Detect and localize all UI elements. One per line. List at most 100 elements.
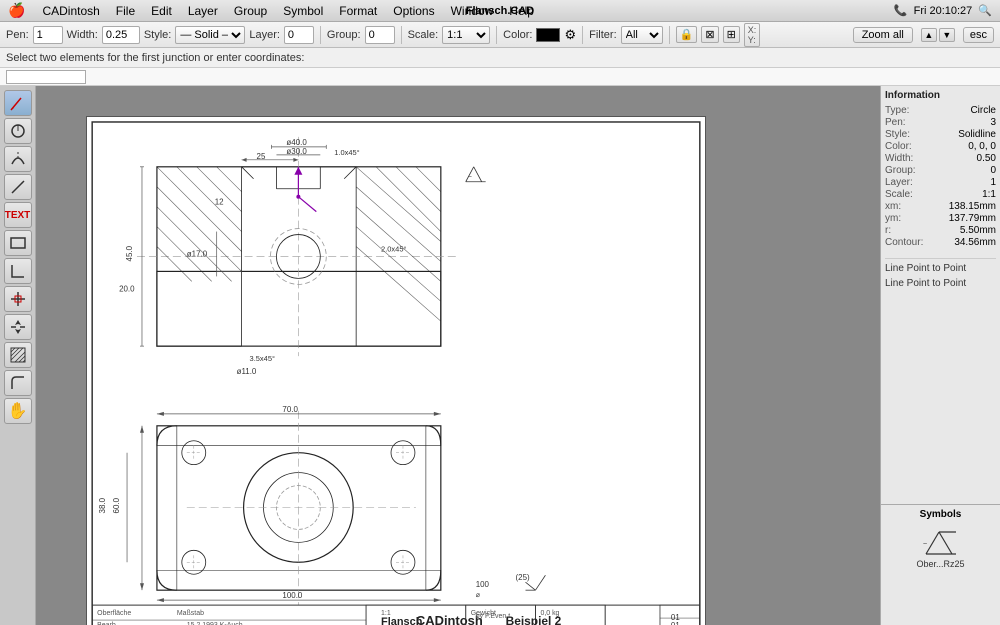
- diagonal-tool-button[interactable]: [4, 174, 32, 200]
- info-row-style: Style: Solidline: [885, 129, 996, 140]
- drawing-canvas[interactable]: ø40.0 ø30.0 1.0x45° 2.0x45° 25 45.0: [86, 116, 706, 625]
- symbol-label: Ober...Rz25: [916, 559, 964, 569]
- rectangle-tool-button[interactable]: [4, 230, 32, 256]
- width-input[interactable]: [102, 26, 140, 44]
- color-swatch[interactable]: [536, 28, 560, 42]
- fillet-tool-button[interactable]: [4, 370, 32, 396]
- svg-text:by F.Even t: by F.Even t: [476, 613, 511, 620]
- info-key-type: Type:: [885, 105, 909, 116]
- coordbar: [0, 68, 1000, 86]
- menubar: 🍎 CADintosh File Edit Layer Group Symbol…: [0, 0, 1000, 22]
- info-row-contour: Contour: 34.56mm: [885, 237, 996, 248]
- svg-text:01: 01: [671, 621, 680, 625]
- info-key-r: r:: [885, 225, 891, 236]
- svg-text:12: 12: [215, 198, 224, 207]
- search-icon[interactable]: 🔍: [978, 4, 992, 17]
- move-tool-button[interactable]: [4, 314, 32, 340]
- lock-icon[interactable]: 🔒: [676, 26, 698, 43]
- mirror-icon[interactable]: ⊞: [723, 26, 740, 43]
- menu-edit[interactable]: Edit: [144, 2, 179, 20]
- group-input[interactable]: [365, 26, 395, 44]
- svg-text:70.0: 70.0: [282, 405, 298, 414]
- svg-text:⌀: ⌀: [476, 592, 480, 599]
- left-toolbar: TEXT: [0, 86, 36, 625]
- menu-file[interactable]: File: [109, 2, 142, 20]
- toolbar-separator-5: [669, 26, 670, 44]
- hatch-tool-button[interactable]: [4, 342, 32, 368]
- svg-text:~: ~: [923, 541, 927, 548]
- scroll-down-icon[interactable]: ▼: [939, 28, 955, 42]
- arc-tool-button[interactable]: [4, 146, 32, 172]
- menu-options[interactable]: Options: [386, 2, 441, 20]
- toolbar: Pen: Width: Style: — Solid — Dashed Dott…: [0, 22, 1000, 48]
- filter-label: Filter:: [589, 29, 617, 41]
- statusbar: Select two elements for the first juncti…: [0, 48, 1000, 68]
- info-key-ym: ym:: [885, 213, 901, 224]
- toolbar-separator-3: [496, 26, 497, 44]
- info-key-width: Width:: [885, 153, 913, 164]
- svg-text:20.0: 20.0: [119, 284, 135, 293]
- color-settings-icon[interactable]: ⚙: [564, 27, 576, 43]
- info-row-scale: Scale: 1:1: [885, 189, 996, 200]
- info-key-xm: xm:: [885, 201, 901, 212]
- svg-text:Beispiel 2: Beispiel 2: [506, 614, 562, 625]
- corner-tool-button[interactable]: [4, 258, 32, 284]
- toolbar-separator-1: [320, 26, 321, 44]
- apple-menu-icon[interactable]: 🍎: [8, 2, 25, 19]
- filter-select[interactable]: All: [621, 26, 663, 44]
- xy-coords: X:Y:: [744, 23, 761, 47]
- coord-input[interactable]: [6, 70, 86, 84]
- right-panel: Information Type: Circle Pen: 3 Style: S…: [880, 86, 1000, 625]
- info-row-layer: Layer: 1: [885, 177, 996, 188]
- info-val-layer: 1: [990, 177, 996, 188]
- style-select[interactable]: — Solid — Dashed Dotted: [175, 26, 245, 44]
- svg-text:~: ~: [468, 174, 472, 181]
- svg-text:60.0: 60.0: [112, 497, 121, 513]
- info-val-scale: 1:1: [982, 189, 996, 200]
- info-row-color: Color: 0, 0, 0: [885, 141, 996, 152]
- main-area: TEXT: [0, 86, 1000, 625]
- info-val-type: Circle: [970, 105, 996, 116]
- color-label: Color:: [503, 29, 532, 41]
- pen-tool-button[interactable]: [4, 90, 32, 116]
- menu-layer[interactable]: Layer: [181, 2, 225, 20]
- info-val-pen: 3: [990, 117, 996, 128]
- style-label: Style:: [144, 29, 172, 41]
- menu-group[interactable]: Group: [227, 2, 274, 20]
- info-val-color: 0, 0, 0: [968, 141, 996, 152]
- info-val-style: Solidline: [958, 129, 996, 140]
- svg-text:Oberfläche: Oberfläche: [97, 610, 131, 617]
- info-val-group: 0: [990, 165, 996, 176]
- hand-tool-button[interactable]: ✋: [4, 398, 32, 424]
- trim-tool-button[interactable]: [4, 286, 32, 312]
- scroll-up-icon[interactable]: ▲: [921, 28, 937, 42]
- symbol-roughness[interactable]: ~ Ober...Rz25: [885, 524, 996, 569]
- svg-text:Maßstab: Maßstab: [177, 610, 204, 617]
- text-tool-button[interactable]: TEXT: [4, 202, 32, 228]
- canvas-area[interactable]: ø40.0 ø30.0 1.0x45° 2.0x45° 25 45.0: [36, 86, 880, 625]
- circle-tool-button[interactable]: [4, 118, 32, 144]
- status-message: Select two elements for the first juncti…: [6, 52, 304, 64]
- menu-app[interactable]: CADintosh: [35, 2, 106, 20]
- menu-symbol[interactable]: Symbol: [276, 2, 330, 20]
- svg-text:45.0: 45.0: [125, 245, 134, 261]
- svg-text:3.5x45°: 3.5x45°: [250, 354, 275, 363]
- svg-text:ø40.0: ø40.0: [286, 138, 307, 147]
- info-row-r: r: 5.50mm: [885, 225, 996, 236]
- width-label: Width:: [67, 29, 98, 41]
- svg-text:CADintosh: CADintosh: [416, 613, 483, 625]
- scale-select[interactable]: 1:1 1:2 2:1: [442, 26, 490, 44]
- unlock-icon[interactable]: ⊠: [701, 26, 718, 43]
- esc-button[interactable]: esc: [963, 27, 994, 43]
- zoom-all-button[interactable]: Zoom all: [853, 27, 913, 43]
- menu-format[interactable]: Format: [332, 2, 384, 20]
- svg-text:ø17.0: ø17.0: [187, 249, 208, 258]
- info-key-group: Group:: [885, 165, 916, 176]
- info-key-style: Style:: [885, 129, 910, 140]
- pen-input[interactable]: [33, 26, 63, 44]
- svg-text:25: 25: [257, 152, 266, 161]
- info-val-r: 5.50mm: [960, 225, 996, 236]
- info-row-width: Width: 0.50: [885, 153, 996, 164]
- toolbar-separator-4: [582, 26, 583, 44]
- layer-input[interactable]: [284, 26, 314, 44]
